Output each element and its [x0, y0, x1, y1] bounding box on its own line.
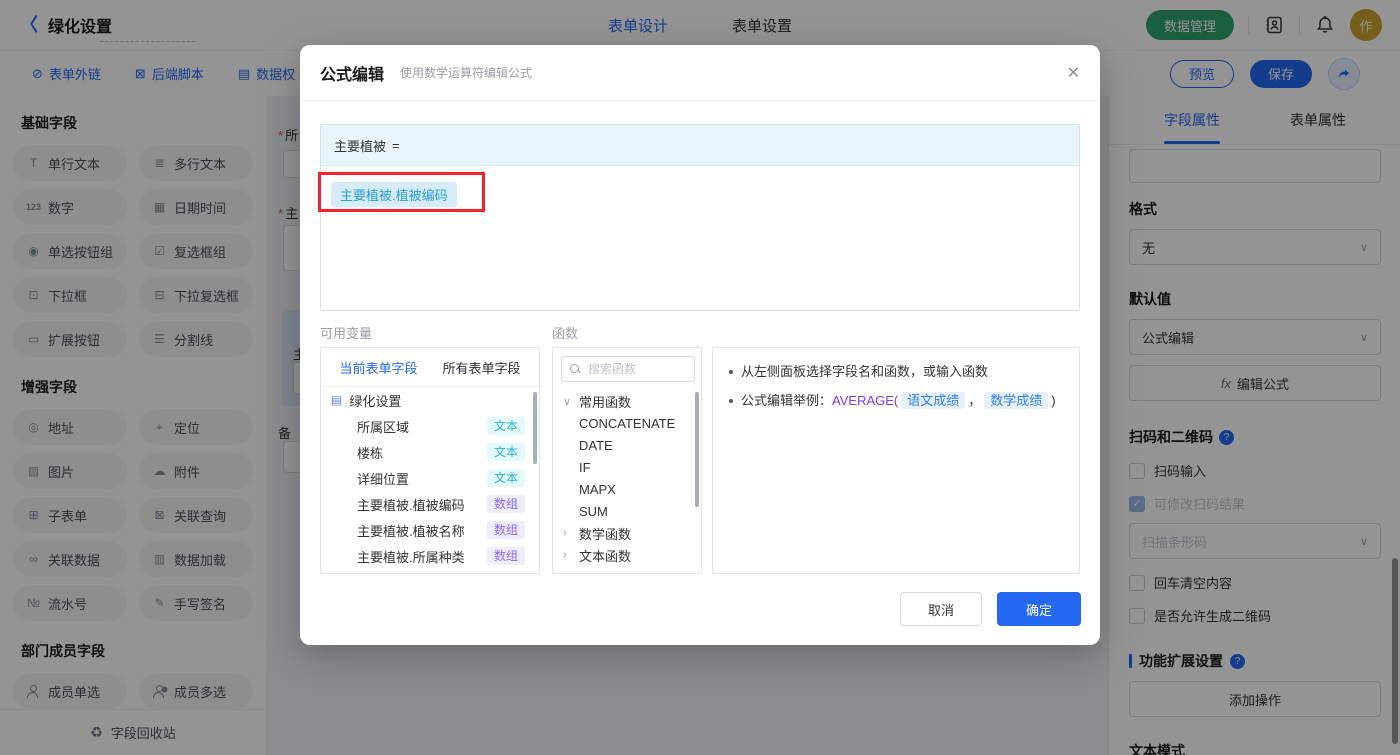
type-badge: 文本	[486, 469, 525, 487]
formula-target-strip: 主要植被 =	[321, 125, 1079, 166]
hint-example-prefix: 公式编辑举例：	[741, 393, 833, 408]
variables-tabs: 当前表单字段 所有表单字段	[321, 348, 539, 387]
type-badge: 数组	[486, 547, 525, 565]
type-badge: 文本	[486, 443, 525, 461]
hint-token-1: 语文成绩	[901, 392, 966, 409]
hint-comma: ，	[968, 393, 982, 408]
functions-scrollbar[interactable]	[695, 392, 699, 507]
hint-function-name: AVERAGE(	[832, 393, 899, 408]
equals-sign: =	[392, 137, 400, 153]
document-icon: ▤	[331, 393, 343, 407]
chevron-collapsed-icon: ›	[563, 527, 567, 539]
function-sum[interactable]: SUM	[553, 500, 701, 522]
function-search[interactable]	[561, 356, 695, 382]
modal-subtitle: 使用数学运算符编辑公式	[400, 66, 533, 80]
function-concatenate[interactable]: CONCATENATE	[553, 412, 701, 434]
tab-all-form-fields[interactable]: 所有表单字段	[442, 358, 520, 377]
tab-current-form-fields[interactable]: 当前表单字段	[339, 358, 417, 377]
variables-panel: 当前表单字段 所有表单字段 ▤ 绿化设置 所属区域 文本 楼栋 文本 详细位置 …	[320, 347, 540, 574]
formula-edit-modal: 公式编辑 使用数学运算符编辑公式 ✕ 主要植被 = 主要植被.植被编码 可用变量…	[300, 45, 1100, 645]
bullet-icon	[729, 399, 733, 403]
formula-body[interactable]: 主要植被.植被编码	[321, 166, 1079, 223]
close-icon[interactable]: ✕	[1067, 63, 1080, 83]
cancel-button[interactable]: 取消	[900, 592, 982, 626]
type-badge: 数组	[486, 521, 525, 539]
hint-token-2: 数学成绩	[984, 392, 1049, 409]
search-icon	[570, 364, 580, 374]
modal-title: 公式编辑	[320, 66, 385, 84]
variables-label: 可用变量	[320, 326, 373, 341]
variable-row[interactable]: 主要植被.植被名称 数组	[321, 517, 539, 543]
formula-token[interactable]: 主要植被.植被编码	[331, 182, 457, 207]
function-date[interactable]: DATE	[553, 434, 701, 456]
variable-row[interactable]: 主要植被.所属种类 数组	[321, 543, 539, 569]
hint-line-2: 公式编辑举例：AVERAGE(语文成绩，数学成绩)	[729, 391, 1079, 411]
functions-label: 函数	[552, 326, 579, 341]
functions-panel: ∨ 常用函数 CONCATENATE DATE IF MAPX SUM › 数学…	[552, 347, 702, 574]
function-group-text[interactable]: › 文本函数	[553, 544, 701, 566]
bullet-icon	[729, 370, 733, 374]
hint-line-1: 从左侧面板选择字段名和函数，或输入函数	[729, 362, 1079, 382]
variables-scrollbar[interactable]	[533, 392, 537, 464]
variables-root-row[interactable]: ▤ 绿化设置	[321, 387, 539, 413]
type-badge: 文本	[486, 417, 525, 435]
function-if[interactable]: IF	[553, 456, 701, 478]
variable-row[interactable]: 详细位置 文本	[321, 465, 539, 491]
type-badge: 数组	[486, 495, 525, 513]
function-search-input[interactable]	[586, 361, 685, 377]
hints-panel: 从左侧面板选择字段名和函数，或输入函数 公式编辑举例：AVERAGE(语文成绩，…	[712, 347, 1080, 574]
function-group-common[interactable]: ∨ 常用函数	[553, 390, 701, 412]
hint-close-paren: )	[1051, 393, 1056, 408]
modal-header: 公式编辑 使用数学运算符编辑公式 ✕	[300, 45, 1100, 101]
variable-row[interactable]: 所属区域 文本	[321, 413, 539, 439]
function-group-math[interactable]: › 数学函数	[553, 522, 701, 544]
function-mapx[interactable]: MAPX	[553, 478, 701, 500]
formula-target-field: 主要植被	[334, 138, 387, 154]
variable-row[interactable]: 楼栋 文本	[321, 439, 539, 465]
chevron-expanded-icon: ∨	[563, 395, 572, 408]
confirm-button[interactable]: 确定	[997, 592, 1081, 626]
formula-editor[interactable]: 主要植被 = 主要植被.植被编码	[318, 124, 1080, 311]
chevron-collapsed-icon: ›	[563, 549, 567, 561]
variable-row[interactable]: 主要植被.植被编码 数组	[321, 491, 539, 517]
